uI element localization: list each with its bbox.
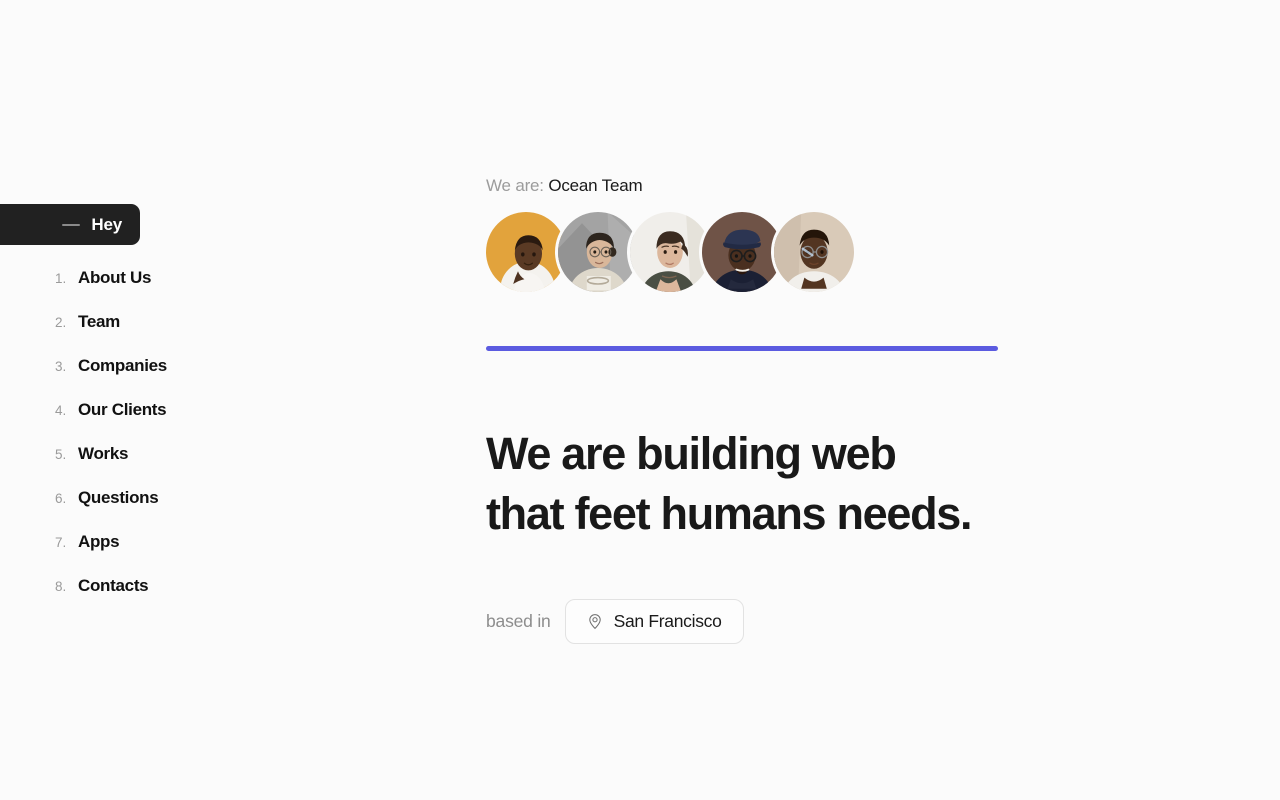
avatar-image [702, 212, 782, 292]
sidebar-item-questions[interactable]: 6. Questions [0, 488, 300, 532]
sidebar-item-number: 6. [55, 491, 67, 506]
main-content: We are: Ocean Team We are building web t… [483, 176, 1186, 644]
location-row: based in San Francisco [486, 599, 1186, 644]
team-name: Ocean Team [548, 176, 643, 195]
avatar[interactable] [771, 209, 857, 295]
sidebar-item-apps[interactable]: 7. Apps [0, 532, 300, 576]
sidebar-item-works[interactable]: 5. Works [0, 444, 300, 488]
sidebar-item-label: Contacts [78, 576, 149, 595]
headline-line-2: that feet humans needs. [486, 488, 973, 539]
team-avatar-group [483, 206, 1186, 298]
accent-divider [486, 346, 998, 351]
sidebar-item-number: 8. [55, 579, 67, 594]
sidebar-item-hey-label: Hey [91, 214, 122, 234]
sidebar-menu-list: 1. About Us 2. Team 3. Companies 4. Our … [0, 268, 300, 620]
sidebar-item-label: Our Clients [78, 400, 167, 419]
sidebar-item-our-clients[interactable]: 4. Our Clients [0, 400, 300, 444]
sidebar-item-label: Works [78, 444, 129, 463]
headline-line-1: We are building web [486, 428, 897, 479]
sidebar-item-contacts[interactable]: 8. Contacts [0, 576, 300, 620]
sidebar-item-label: Companies [78, 356, 167, 375]
sidebar-item-number: 5. [55, 447, 67, 462]
team-label: We are: Ocean Team [486, 176, 1186, 196]
team-label-prefix: We are: [486, 176, 544, 195]
sidebar-item-label: Questions [78, 488, 159, 507]
dash-icon [62, 223, 81, 226]
sidebar-item-companies[interactable]: 3. Companies [0, 356, 300, 400]
map-pin-icon [588, 614, 601, 630]
sidebar-item-hey[interactable]: Hey [0, 204, 140, 245]
sidebar-navigation: Hey 1. About Us 2. Team 3. Companies 4. … [0, 204, 300, 620]
avatar-image [558, 212, 638, 292]
sidebar-item-number: 7. [55, 535, 67, 550]
avatar-image [774, 212, 854, 292]
sidebar-item-number: 3. [55, 359, 67, 374]
sidebar-item-team[interactable]: 2. Team [0, 312, 300, 356]
sidebar-item-number: 1. [55, 271, 67, 286]
location-chip[interactable]: San Francisco [564, 599, 744, 644]
sidebar-item-number: 4. [55, 403, 67, 418]
page-title: We are building web that feet humans nee… [486, 424, 1186, 544]
sidebar-item-label: Team [78, 312, 120, 331]
avatar-image [630, 212, 710, 292]
sidebar-item-number: 2. [55, 315, 67, 330]
avatar-image [486, 212, 566, 292]
location-value: San Francisco [613, 611, 722, 631]
sidebar-item-label: Apps [78, 532, 120, 551]
sidebar-item-label: About Us [78, 268, 152, 287]
location-label: based in [486, 611, 551, 631]
sidebar-item-about-us[interactable]: 1. About Us [0, 268, 300, 312]
